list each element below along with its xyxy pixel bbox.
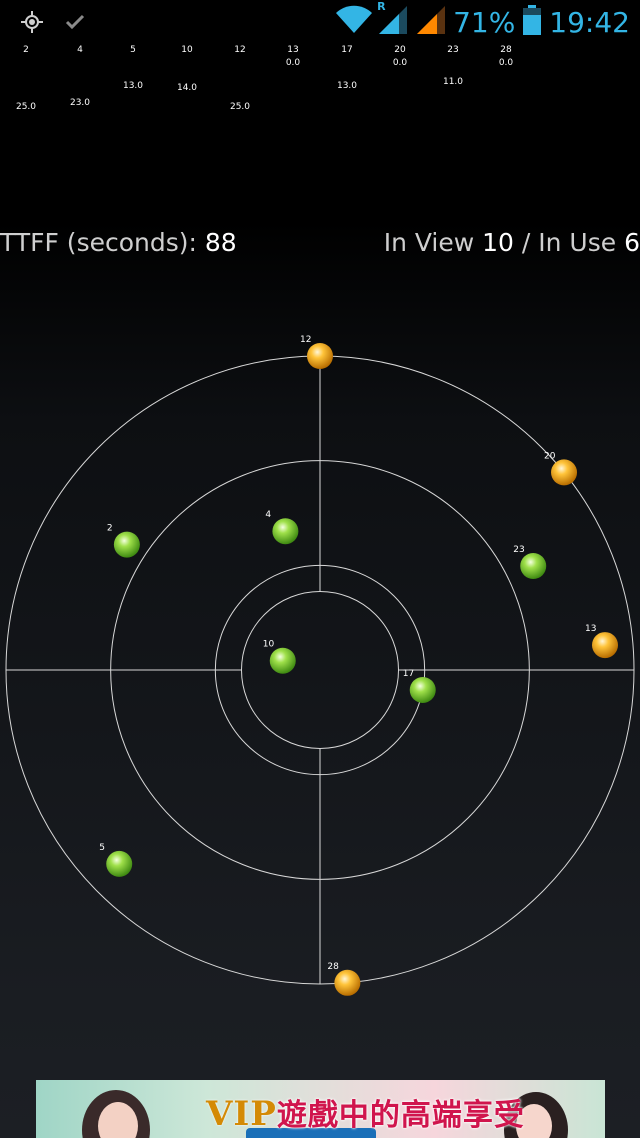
snr-prn: 28	[500, 45, 512, 55]
snr-prn: 4	[77, 45, 83, 55]
snr-prn: 5	[130, 45, 136, 55]
satellite-prn-label: 10	[263, 640, 275, 650]
ad-headline: VIP遊戲中的高端享受	[206, 1090, 525, 1134]
snr-value: 13.0	[336, 81, 358, 91]
elevation-ring	[214, 564, 426, 776]
snr-prn: 10	[181, 45, 193, 55]
snr-prn: 23	[447, 45, 459, 55]
satellite-used-marker	[272, 518, 299, 545]
sky-plot: 12 20 23 4 2 13 10 17 5 28	[0, 330, 640, 1010]
satellite-prn-label: 2	[107, 524, 113, 534]
satellite-used-marker	[106, 850, 133, 877]
sky-plot-canvas: 12 20 23 4 2 13 10 17 5 28	[5, 335, 635, 996]
satellite-4: 4	[265, 510, 299, 545]
satellite-used-marker	[113, 531, 140, 558]
snr-value: 25.0	[229, 102, 251, 112]
snr-value: 11.0	[442, 77, 464, 87]
check-icon	[64, 12, 86, 36]
satellite-prn-label: 20	[544, 451, 556, 461]
snr-value: 13.0	[122, 81, 144, 91]
battery-icon	[523, 5, 542, 39]
status-bar: R 71% 19:42	[0, 0, 640, 44]
satellite-17: 17	[403, 669, 436, 703]
sky-grid	[5, 355, 635, 985]
snr-value: 0.0	[498, 58, 514, 68]
snr-prn: 2	[23, 45, 29, 55]
signal-icon	[415, 4, 447, 40]
snr-value: 14.0	[176, 83, 198, 93]
satellite-prn-label: 13	[585, 624, 596, 634]
snr-value: 0.0	[285, 58, 301, 68]
gps-icon	[20, 10, 44, 38]
satellite-20: 20	[544, 451, 578, 486]
snr-prn: 13	[287, 45, 299, 55]
satellite-23: 23	[513, 545, 547, 579]
satellite-markers: 12 20 23 4 2 13 10 17 5 28	[99, 335, 619, 996]
ttff-value: 88	[204, 228, 237, 257]
satellite-unused-marker	[551, 459, 578, 486]
snr-prn: 12	[234, 45, 246, 55]
snr-value: 25.0	[15, 102, 37, 112]
status-icons: R 71% 19:42	[335, 0, 630, 40]
satellite-prn-label: 5	[99, 843, 105, 853]
satellite-13: 13	[585, 624, 619, 659]
inuse-value: 6	[624, 228, 640, 257]
satellite-prn-label: 23	[513, 545, 524, 555]
satellite-count-readout: In View 10 / In Use 6	[384, 228, 640, 257]
satellite-prn-label: 17	[403, 669, 414, 679]
snr-value: 23.0	[69, 98, 91, 108]
satellite-10: 10	[263, 640, 296, 674]
ttff-readout: TTFF (seconds): 88	[0, 228, 237, 257]
signal-roaming-icon: R	[377, 0, 409, 40]
satellite-2: 2	[107, 524, 140, 558]
ttff-label: TTFF (seconds):	[0, 228, 205, 257]
satellite-unused-marker	[334, 969, 361, 996]
snr-prn: 17	[341, 45, 353, 55]
satellite-prn-label: 4	[265, 510, 271, 520]
satellite-used-marker	[409, 676, 436, 703]
ad-headline-text: 遊戲中的高端享受	[276, 1098, 525, 1133]
snr-value: 0.0	[392, 58, 408, 68]
inview-value: 10	[482, 228, 514, 257]
inview-label: In View	[383, 228, 483, 257]
ad-vip: VIP	[206, 1094, 277, 1134]
battery-percent: 71%	[453, 5, 516, 39]
satellite-28: 28	[327, 962, 361, 996]
wifi-icon	[335, 5, 373, 39]
satellite-prn-label: 12	[300, 335, 311, 345]
satellite-prn-label: 28	[327, 962, 339, 972]
satellite-used-marker	[520, 552, 547, 579]
clock: 19:42	[549, 5, 630, 39]
satellite-unused-marker	[592, 632, 619, 659]
ad-banner[interactable]: VIP遊戲中的高端享受	[36, 1080, 605, 1138]
fix-info-row: TTFF (seconds): 88 In View 10 / In Use 6	[0, 228, 640, 262]
satellite-12: 12	[300, 335, 333, 369]
inuse-label: / In Use	[513, 228, 625, 257]
satellite-used-marker	[269, 647, 296, 674]
satellite-unused-marker	[307, 343, 333, 369]
elevation-ring	[241, 591, 399, 749]
snr-prn: 20	[394, 45, 406, 55]
satellite-5: 5	[99, 843, 133, 877]
roaming-label: R	[377, 0, 386, 13]
